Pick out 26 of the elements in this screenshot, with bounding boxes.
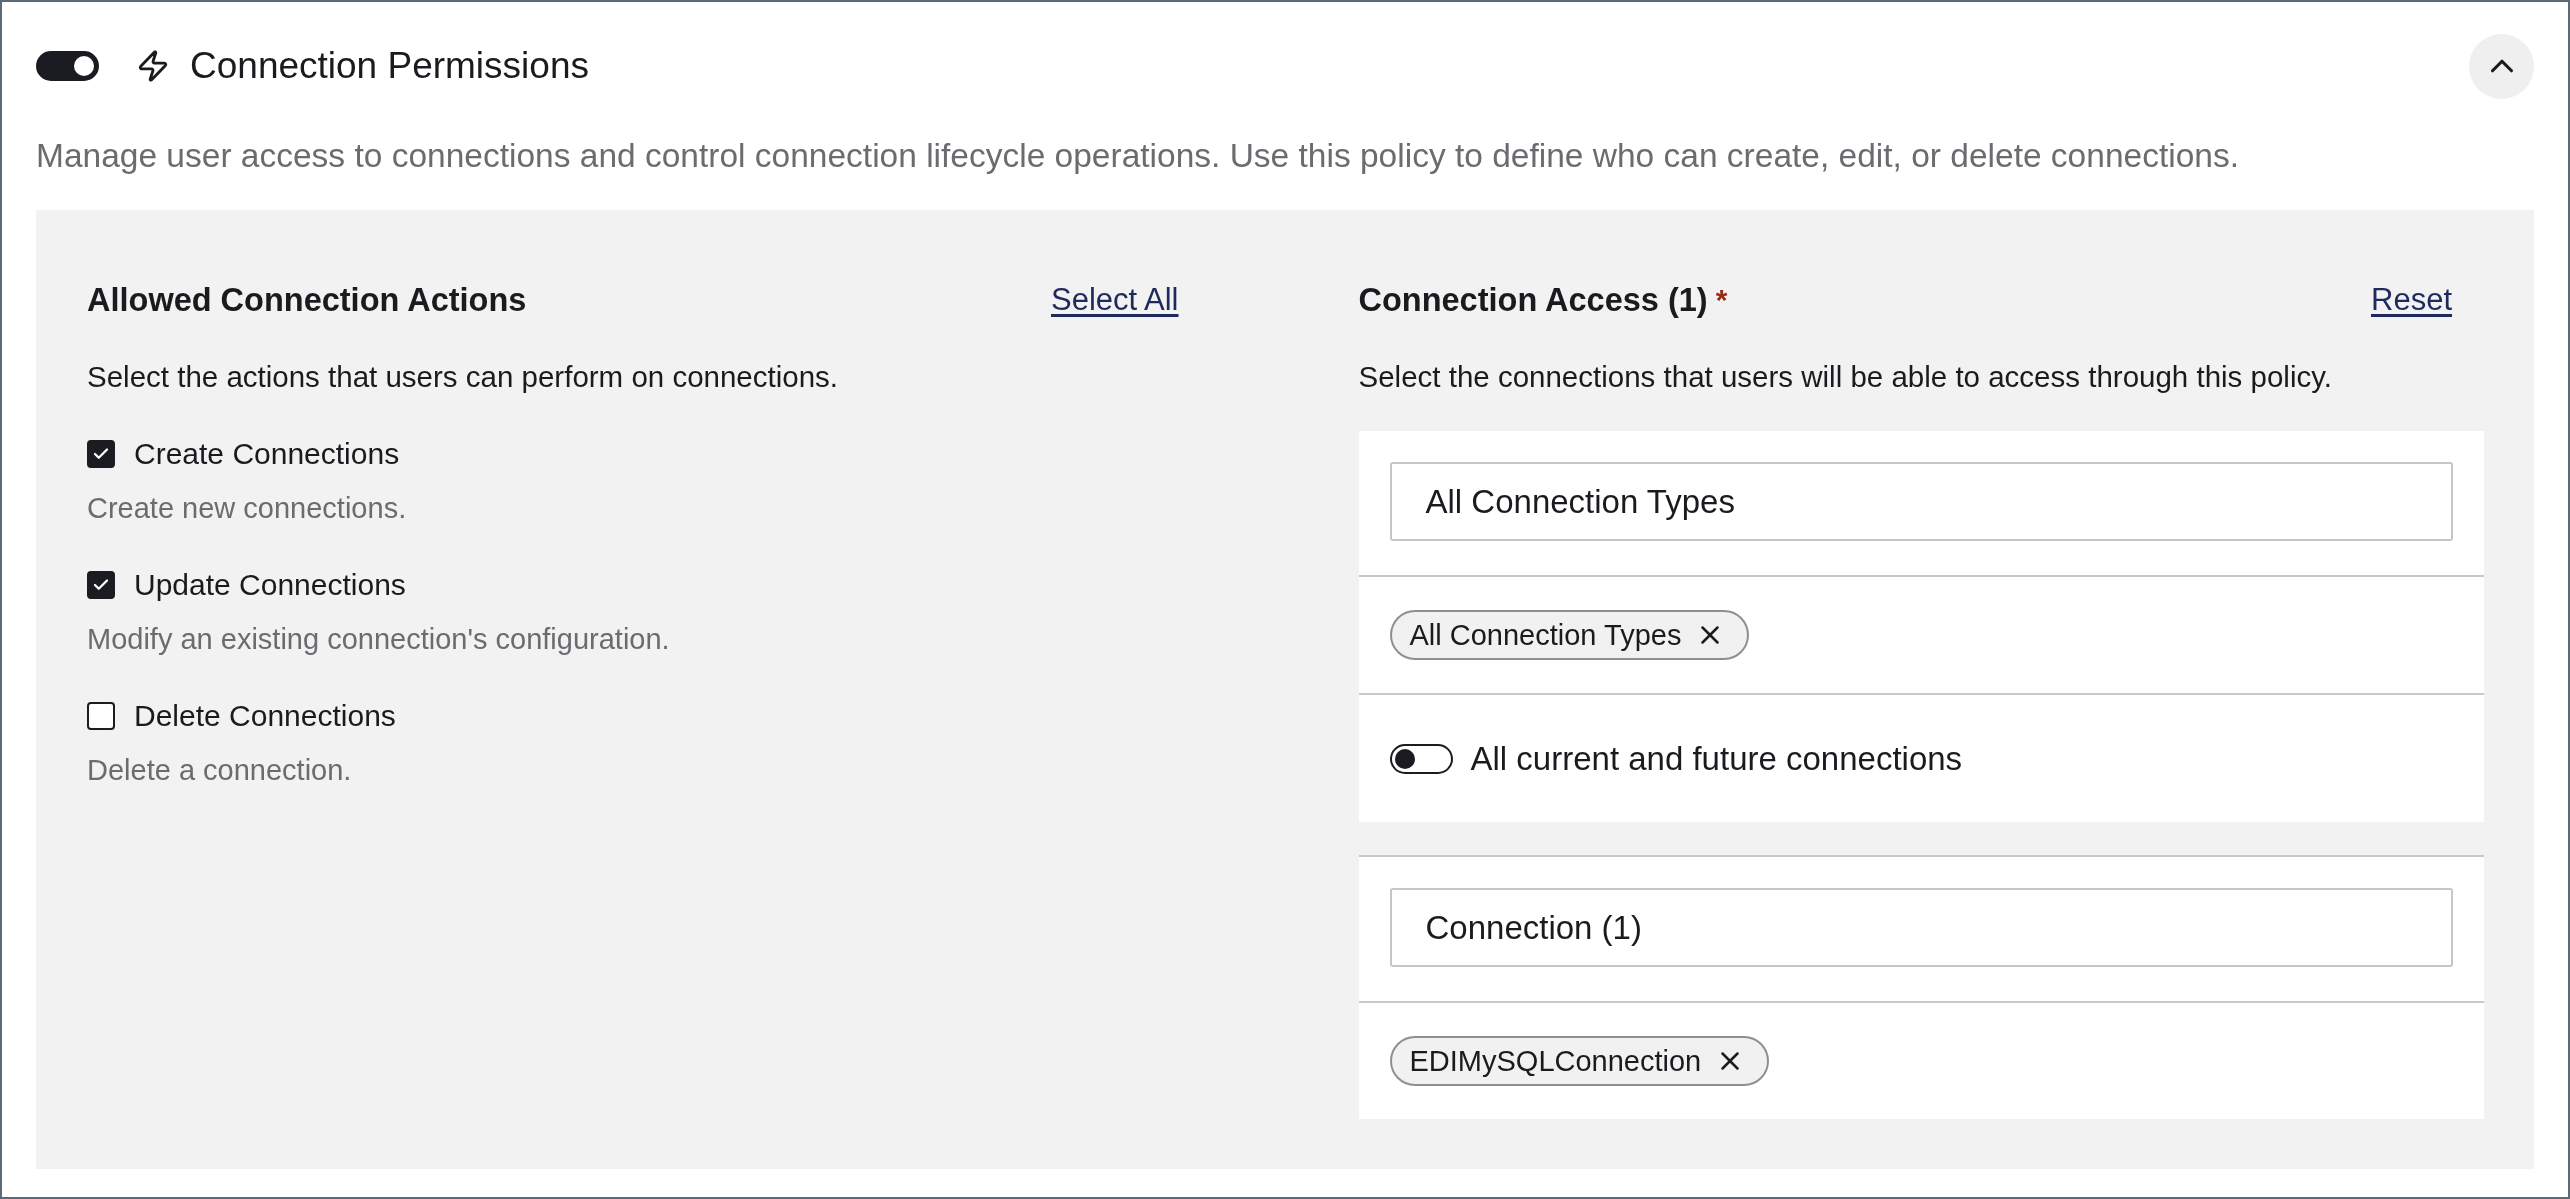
section-heading: Allowed Connection Actions xyxy=(87,281,527,319)
tag-label: EDIMySQLConnection xyxy=(1409,1044,1702,1079)
section-heading: Connection Access (1) xyxy=(1358,281,1708,319)
option-description: Delete a connection. xyxy=(87,753,353,788)
lightning-icon xyxy=(136,49,170,83)
option-description: Create new connections. xyxy=(87,491,408,526)
section-intro: Select the actions that users can perform on connections. xyxy=(87,359,840,395)
required-mark: * xyxy=(1715,282,1728,318)
select-all-link[interactable]: Select All xyxy=(1051,281,1179,319)
checkbox-label: Delete Connections xyxy=(134,699,396,733)
checkbox-label: Create Connections xyxy=(134,437,400,471)
checkbox[interactable] xyxy=(87,440,115,468)
connection-select[interactable]: Connection (1) xyxy=(1389,888,2453,967)
tag-label: All Connection Types xyxy=(1409,618,1682,653)
toggle-label: All current and future connections xyxy=(1470,738,1963,779)
enable-switch[interactable] xyxy=(36,51,99,81)
checkbox[interactable] xyxy=(87,702,115,730)
checkbox-label: Update Connections xyxy=(134,568,406,602)
checkbox[interactable] xyxy=(87,571,115,599)
reset-link[interactable]: Reset xyxy=(2371,281,2452,319)
section-title: Connection Permissions xyxy=(190,44,589,88)
connection-type-select[interactable]: All Connection Types xyxy=(1389,462,2453,541)
toggle-switch[interactable] xyxy=(1389,743,1453,774)
option-description: Modify an existing connection's configuration. xyxy=(87,622,671,657)
section-description: Manage user access to connections and control connection lifecycle operations. Use this policy to define who can create, edit, or delete connections. xyxy=(36,136,2240,176)
section-intro: Select the connections that users will be able to access through this policy. xyxy=(1358,359,2333,395)
